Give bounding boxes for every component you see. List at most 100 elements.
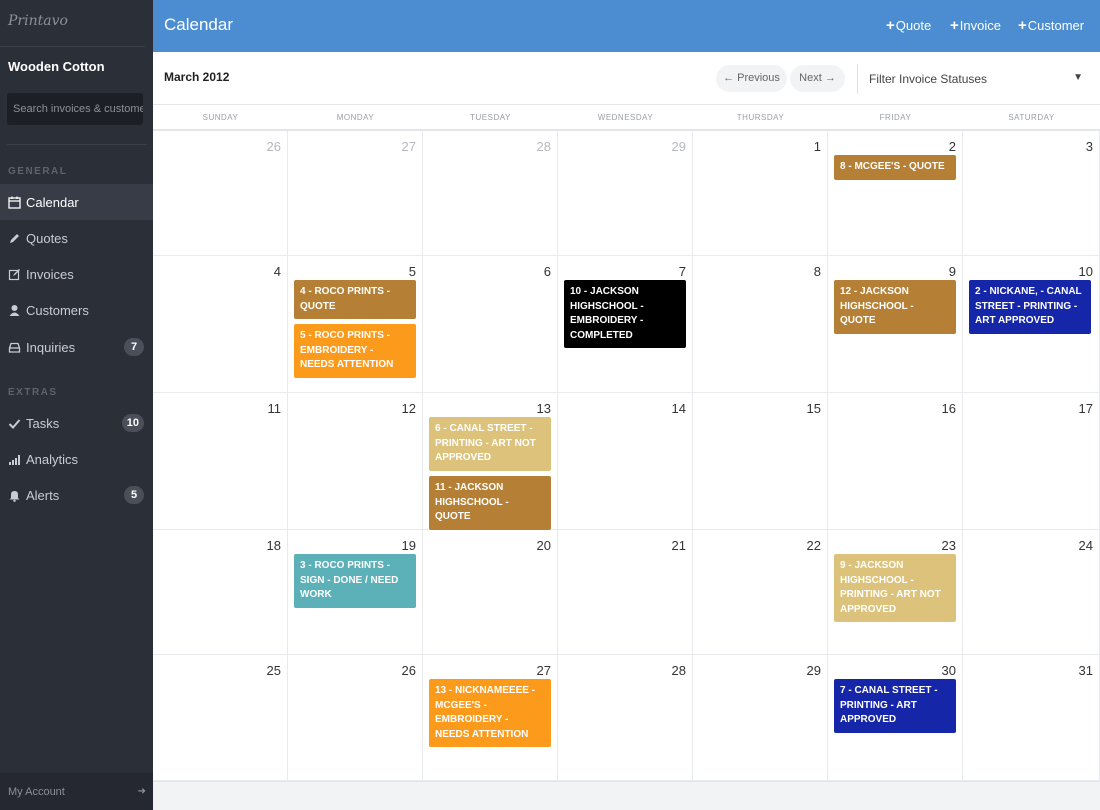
day-number: 8 — [813, 264, 821, 279]
day-cell[interactable]: 19 3 - ROCO PRINTS - SIGN - DONE / NEED W… — [288, 530, 423, 655]
day-number: 3 — [1085, 139, 1093, 154]
app-logo[interactable]: Printavo — [0, 0, 145, 47]
day-cell[interactable]: 27 — [288, 131, 423, 256]
tasks-count-badge: 10 — [121, 414, 144, 432]
day-cell[interactable]: 8 — [693, 256, 828, 393]
day-number: 4 — [273, 264, 281, 279]
day-number: 20 — [536, 538, 551, 553]
sidebar-item-quotes[interactable]: Quotes — [0, 220, 153, 256]
add-invoice-button[interactable]: +Invoice — [950, 17, 1001, 34]
sidebar-item-customers[interactable]: Customers — [0, 292, 153, 328]
day-cell[interactable]: 17 — [963, 393, 1100, 530]
day-number: 6 — [543, 264, 551, 279]
previous-button[interactable]: ← Previous — [716, 65, 787, 92]
account-name[interactable]: Wooden Cotton — [0, 47, 153, 91]
plus-icon: + — [1018, 17, 1027, 34]
calendar-grid: 26 27 28 29 1 2 8 - MCGEE'S - QUOTE 3 4 5 4 - ROCO… — [153, 131, 1100, 781]
day-cell[interactable]: 3 — [963, 131, 1100, 256]
calendar-event[interactable]: 2 - NICKANE, - CANAL STREET - PRINTING -… — [969, 280, 1091, 334]
day-cell[interactable]: 26 — [153, 131, 288, 256]
day-cell[interactable]: 54 - ROCO PRINTS - QUOTE 5 - ROCO PRINTS … — [288, 256, 423, 393]
calendar-event[interactable]: 12 - JACKSON HIGHSCHOOL - QUOTE — [834, 280, 956, 334]
my-account-link[interactable]: My Account ➜ — [0, 773, 153, 810]
calendar-event[interactable]: 10 - JACKSON HIGHSCHOOL - EMBROIDERY - C… — [564, 280, 686, 349]
day-number: 28 — [536, 139, 551, 154]
day-cell[interactable]: 29 — [693, 655, 828, 781]
sidebar-item-inquiries[interactable]: Inquiries 7 — [0, 329, 153, 365]
day-number: 22 — [806, 538, 821, 553]
day-cell[interactable]: 28 - MCGEE'S - QUOTE — [828, 131, 963, 256]
day-cell[interactable]: 4 — [153, 256, 288, 393]
day-number: 26 — [401, 663, 416, 678]
day-cell[interactable]: 18 — [153, 530, 288, 655]
search-input[interactable]: Search invoices & customers... — [7, 93, 143, 125]
sidebar-item-calendar[interactable]: Calendar — [0, 184, 153, 220]
day-cell[interactable]: 12 — [288, 393, 423, 530]
day-cell[interactable]: 30 7 - CANAL STREET - PRINTING - ART APPR… — [828, 655, 963, 781]
day-cell[interactable]: 22 — [693, 530, 828, 655]
calendar-event[interactable]: 5 - ROCO PRINTS - EMBROIDERY - NEEDS ATT… — [294, 324, 416, 378]
day-cell[interactable]: 28 — [423, 131, 558, 256]
sidebar-item-label: Calendar — [26, 194, 79, 210]
day-cell[interactable]: 31 — [963, 655, 1100, 781]
bell-icon — [9, 490, 20, 502]
day-cell[interactable]: 9 12 - JACKSON HIGHSCHOOL - QUOTE — [828, 256, 963, 393]
day-cell[interactable]: 15 — [693, 393, 828, 530]
day-number: 1 — [813, 139, 821, 154]
day-number: 5 — [408, 264, 416, 279]
month-title: March 2012 — [164, 70, 230, 84]
day-cell[interactable]: 28 — [558, 655, 693, 781]
calendar-event[interactable]: 8 - MCGEE'S - QUOTE — [834, 155, 956, 180]
filter-label: Filter Invoice Statuses — [869, 72, 988, 86]
invoice-status-filter[interactable]: Filter Invoice Statuses ▼ — [857, 64, 1085, 94]
day-cell[interactable]: 6 — [423, 256, 558, 393]
check-icon — [8, 418, 21, 429]
add-invoice-label: Invoice — [959, 18, 1001, 33]
day-cell[interactable]: 27 13 - NICKNAMEEEE - MCGEE'S - EMBROIDER… — [423, 655, 558, 781]
weekday-header: SATURDAY — [1008, 113, 1055, 122]
day-cell[interactable]: 23 9 - JACKSON HIGHSCHOOL - PRINTING - AR… — [828, 530, 963, 655]
weekday-header: THURSDAY — [736, 113, 785, 122]
day-cell[interactable]: 14 — [558, 393, 693, 530]
day-cell[interactable]: 1 — [693, 131, 828, 256]
sidebar-divider — [7, 144, 147, 145]
calendar-event[interactable]: 3 - ROCO PRINTS - SIGN - DONE / NEED WOR… — [294, 554, 416, 608]
day-cell[interactable]: 10 2 - NICKANE, - CANAL STREET - PRINTING… — [963, 256, 1100, 393]
add-customer-button[interactable]: +Customer — [1018, 17, 1084, 34]
sidebar-item-alerts[interactable]: Alerts 5 — [0, 477, 153, 513]
day-cell[interactable]: 21 — [558, 530, 693, 655]
sidebar-item-analytics[interactable]: Analytics — [0, 441, 153, 477]
day-cell[interactable]: 29 — [558, 131, 693, 256]
sidebar-item-invoices[interactable]: Invoices — [0, 256, 153, 292]
logout-icon[interactable]: ➜ — [138, 786, 146, 797]
day-cell[interactable]: 7 10 - JACKSON HIGHSCHOOL - EMBROIDERY - … — [558, 256, 693, 393]
day-number: 16 — [941, 401, 956, 416]
day-number: 21 — [671, 538, 686, 553]
next-button[interactable]: Next → — [790, 65, 845, 92]
day-cell[interactable]: 26 — [288, 655, 423, 781]
day-cell[interactable]: 25 — [153, 655, 288, 781]
day-number: 7 — [678, 264, 686, 279]
calendar-event[interactable]: 13 - NICKNAMEEEE - MCGEE'S - EMBROIDERY … — [429, 679, 551, 748]
calendar-event[interactable]: 4 - ROCO PRINTS - QUOTE — [294, 280, 416, 320]
day-number: 31 — [1078, 663, 1093, 678]
day-cell[interactable]: 24 — [963, 530, 1100, 655]
sidebar-item-tasks[interactable]: Tasks 10 — [0, 405, 153, 441]
pencil-icon — [10, 233, 19, 243]
weekday-header: SUNDAY — [202, 113, 239, 122]
calendar-event[interactable]: 6 - CANAL STREET - PRINTING - ART NOT AP… — [429, 417, 551, 471]
day-cell[interactable]: 13 6 - CANAL STREET - PRINTING - ART NOT … — [423, 393, 558, 530]
calendar-event[interactable]: 7 - CANAL STREET - PRINTING - ART APPROV… — [834, 679, 956, 733]
day-number: 27 — [536, 663, 551, 678]
plus-icon: + — [950, 17, 959, 34]
calendar-event[interactable]: 11 - JACKSON HIGHSCHOOL - QUOTE — [429, 476, 551, 530]
day-number: 2 — [948, 139, 956, 154]
edit-icon — [8, 268, 20, 280]
add-quote-button[interactable]: +Quote — [886, 17, 931, 34]
day-cell[interactable]: 20 — [423, 530, 558, 655]
day-number: 29 — [671, 139, 686, 154]
calendar-event[interactable]: 9 - JACKSON HIGHSCHOOL - PRINTING - ART … — [834, 554, 956, 623]
day-cell[interactable]: 16 — [828, 393, 963, 530]
plus-icon: + — [886, 17, 895, 34]
day-cell[interactable]: 11 — [153, 393, 288, 530]
